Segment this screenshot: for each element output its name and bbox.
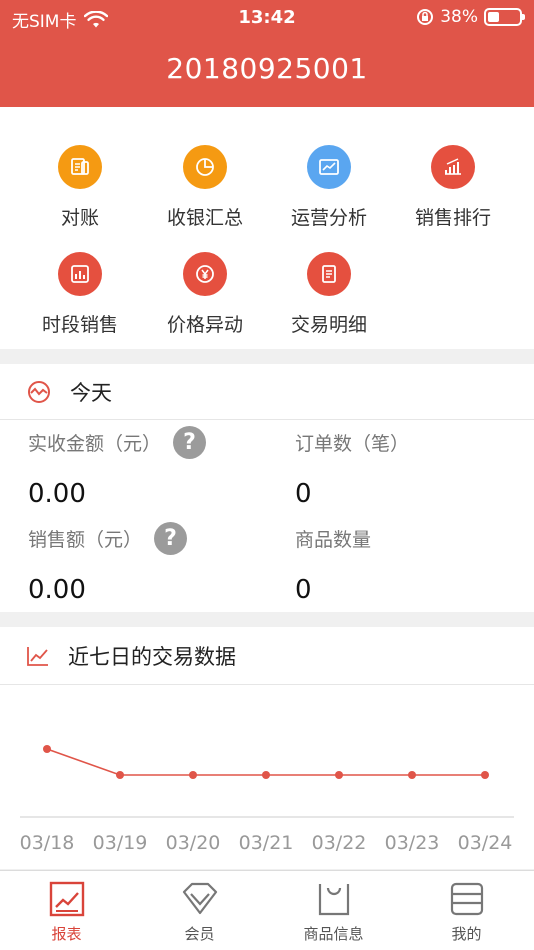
product-count-label: 商品数量 bbox=[295, 529, 372, 551]
tab-mine-label: 我的 bbox=[451, 925, 482, 943]
order-count-label: 订单数（笔） bbox=[295, 433, 410, 455]
receipt-icon bbox=[58, 145, 102, 189]
x-tick-label: 03/21 bbox=[239, 832, 294, 854]
bar-chart-icon bbox=[58, 252, 102, 296]
pie-chart-icon bbox=[183, 145, 227, 189]
x-tick-label: 03/18 bbox=[20, 832, 75, 854]
tab-member[interactable]: 会员 bbox=[133, 879, 266, 944]
x-tick-label: 03/23 bbox=[385, 832, 440, 854]
app-header: 无SIM卡 13:42 38% 20180925001 bbox=[0, 0, 534, 107]
sales-amount-label: 销售额（元） bbox=[28, 529, 143, 551]
data-point bbox=[43, 745, 51, 753]
report-icon bbox=[49, 881, 84, 917]
function-grid: 对账 收银汇总 运营分析 销售排行 时段销售 价格异动 交易明细 bbox=[0, 107, 534, 349]
today-title: 今天 bbox=[70, 380, 112, 405]
order-count-value: 0 bbox=[295, 479, 312, 509]
diamond-icon bbox=[182, 882, 217, 915]
grid-item-cashier-summary[interactable]: 收银汇总 bbox=[140, 145, 270, 230]
trend-card: 近七日的交易数据 03/18 03/19 03/20 03/21 03/22 03/23 0… bbox=[0, 627, 534, 869]
status-bar: 无SIM卡 13:42 38% bbox=[0, 0, 534, 36]
tab-mine[interactable]: 我的 bbox=[400, 879, 533, 944]
tab-bar: 报表 会员 商品信息 我的 bbox=[0, 870, 534, 950]
grid-item-reconcile[interactable]: 对账 bbox=[15, 145, 145, 230]
tab-member-label: 会员 bbox=[184, 925, 215, 943]
grid-item-period-sales[interactable]: 时段销售 bbox=[15, 252, 145, 337]
tab-report-label: 报表 bbox=[51, 925, 82, 943]
battery-percent: 38% bbox=[440, 7, 478, 27]
rotation-lock-icon bbox=[417, 9, 434, 25]
data-point bbox=[481, 771, 489, 779]
sales-amount-stat: 销售额（元） ? 0.00 bbox=[28, 522, 188, 605]
tab-products-label: 商品信息 bbox=[303, 925, 364, 943]
line-chart-icon bbox=[307, 145, 351, 189]
grid-item-sales-ranking[interactable]: 销售排行 bbox=[388, 145, 518, 230]
sales-amount-value: 0.00 bbox=[28, 575, 86, 605]
document-icon bbox=[307, 252, 351, 296]
today-header: 今天 bbox=[0, 364, 534, 420]
page-title: 20180925001 bbox=[166, 52, 368, 85]
bar-rank-icon bbox=[431, 145, 475, 189]
data-point bbox=[116, 771, 124, 779]
x-tick-label: 03/24 bbox=[458, 832, 513, 854]
trend-header: 近七日的交易数据 bbox=[0, 627, 534, 685]
received-amount-value: 0.00 bbox=[28, 479, 86, 509]
data-point bbox=[262, 771, 270, 779]
yen-icon bbox=[183, 252, 227, 296]
received-amount-label: 实收金额（元） bbox=[28, 433, 162, 455]
order-count-stat: 订单数（笔） 0 bbox=[295, 426, 409, 509]
x-tick-label: 03/22 bbox=[312, 832, 367, 854]
data-point bbox=[408, 771, 416, 779]
trend-title: 近七日的交易数据 bbox=[68, 644, 236, 669]
tab-report[interactable]: 报表 bbox=[0, 879, 133, 944]
x-tick-label: 03/19 bbox=[93, 832, 148, 854]
grid-item-operation-analysis[interactable]: 运营分析 bbox=[264, 145, 394, 230]
today-card: 今天 实收金额（元） ? 0.00 订单数（笔） 0 销售额（元） ? 0.00… bbox=[0, 364, 534, 612]
tab-products[interactable]: 商品信息 bbox=[267, 879, 400, 944]
product-count-stat: 商品数量 0 bbox=[295, 522, 371, 605]
grid-item-price-change[interactable]: 价格异动 bbox=[140, 252, 270, 337]
grid-item-transaction-details[interactable]: 交易明细 bbox=[264, 252, 394, 337]
seven-day-line-chart: 03/18 03/19 03/20 03/21 03/22 03/23 03/24 bbox=[20, 745, 514, 854]
battery-icon bbox=[484, 8, 525, 26]
data-point bbox=[335, 771, 343, 779]
help-icon[interactable]: ? bbox=[173, 426, 207, 459]
shopping-bag-icon bbox=[318, 884, 349, 916]
data-point bbox=[189, 771, 197, 779]
help-icon[interactable]: ? bbox=[154, 522, 188, 555]
received-amount-stat: 实收金额（元） ? 0.00 bbox=[28, 426, 207, 509]
today-trend-icon bbox=[28, 380, 50, 403]
line-chart-icon bbox=[27, 646, 48, 666]
profile-card-icon bbox=[450, 882, 483, 916]
product-count-value: 0 bbox=[295, 575, 312, 605]
x-tick-label: 03/20 bbox=[166, 832, 221, 854]
